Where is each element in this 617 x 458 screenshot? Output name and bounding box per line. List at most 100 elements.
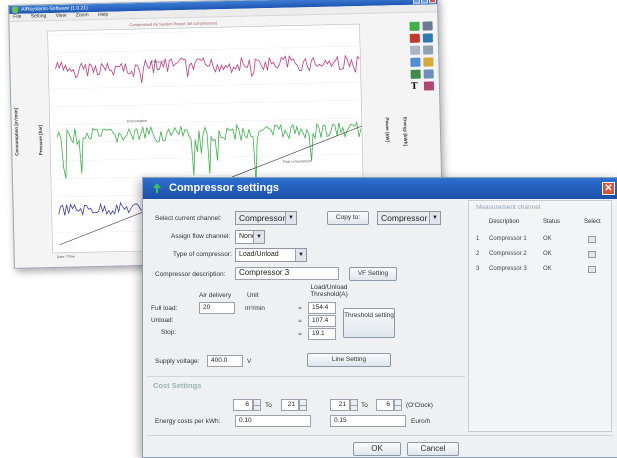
col-status: Status <box>543 219 561 225</box>
oclock-label: (O'Clock) <box>406 402 433 409</box>
x-axis-title: Date / Time <box>56 254 75 259</box>
stop-label: Stop: <box>161 329 177 336</box>
energy-costs-label: Energy costs per kWh: <box>155 418 221 425</box>
euro-label: Euro/h <box>411 418 431 425</box>
copy-target-dropdown[interactable]: Compressor 1 ▼ <box>377 211 441 225</box>
compressor-settings-dialog: Compressor settings ✕ Select current cha… <box>142 177 617 458</box>
line-setting-button[interactable]: Line Setting <box>307 353 391 367</box>
full-load-unit: m³/min <box>245 305 265 312</box>
description-input[interactable]: Compressor 3 <box>235 267 339 280</box>
unit-header: Unit <box>247 292 259 299</box>
tool-pencil-icon[interactable] <box>423 57 434 67</box>
flow-channel-dropdown[interactable]: None ▼ <box>235 230 265 244</box>
time2-to-spinner[interactable] <box>394 399 402 411</box>
compressor-app-icon <box>153 183 161 193</box>
tool-table-icon[interactable] <box>423 45 434 55</box>
row-status: OK <box>543 266 552 272</box>
time1-from-input[interactable]: 6 <box>233 399 253 411</box>
series-label-consumption: Consumption <box>126 118 148 124</box>
ok-button[interactable]: OK <box>353 442 401 456</box>
time1-from-spinner[interactable] <box>253 399 261 411</box>
time2-from-spinner[interactable] <box>350 399 358 411</box>
current-channel-dropdown[interactable]: Compressor 3 ▼ <box>235 211 297 225</box>
row-description: Compressor 3 <box>489 266 527 272</box>
unload-threshold-input[interactable]: 107.4 <box>308 315 336 327</box>
vf-setting-button[interactable]: VF Setting <box>349 267 397 281</box>
tool-zoom-icon[interactable] <box>409 21 420 31</box>
row-number: 1 <box>476 236 480 242</box>
air-delivery-header: Air delivery <box>199 292 232 299</box>
tool-text-icon[interactable]: T <box>411 82 421 92</box>
tool-export-icon[interactable] <box>410 69 421 79</box>
col-select: Select <box>584 219 601 225</box>
chevron-down-icon: ▼ <box>429 212 440 224</box>
select-channel-icon[interactable] <box>588 251 596 258</box>
select-channel-label: Select current channel: <box>155 215 222 222</box>
unload-label: Unload: <box>151 317 174 324</box>
tool-cursor-icon[interactable] <box>422 33 433 43</box>
stop-threshold-input[interactable]: 19.1 <box>308 328 336 340</box>
row-number: 2 <box>476 251 480 257</box>
chevron-down-icon: ▼ <box>253 231 264 243</box>
divider <box>147 435 613 436</box>
assign-flow-label: Assign flow channel: <box>171 233 231 240</box>
approx-sign: ≈ <box>298 318 302 325</box>
chevron-down-icon: ▼ <box>285 212 296 224</box>
threshold-header: Load/Unload Threshold(A) <box>310 284 348 298</box>
row-description: Compressor 1 <box>489 236 527 242</box>
cost2-input[interactable]: 0.15 <box>330 415 406 427</box>
dialog-titlebar: Compressor settings ✕ <box>143 178 617 199</box>
tool-chart2-icon[interactable] <box>423 81 435 91</box>
row-status: OK <box>543 236 552 242</box>
cost-settings-title: Cost Settings <box>153 381 202 390</box>
tool-bars-icon[interactable] <box>410 57 421 67</box>
mid-axis-title: Pressure [bar] <box>37 124 44 156</box>
divider <box>147 376 465 377</box>
voltage-unit: V <box>247 358 252 365</box>
to-label: To <box>265 402 272 409</box>
tool-print-icon[interactable] <box>422 21 433 31</box>
series-label-pressure: Pressure <box>150 59 165 64</box>
col-description: Description <box>489 219 520 225</box>
tool-settings-icon[interactable] <box>423 69 434 79</box>
right-axis-title: Power [kW] <box>384 117 391 142</box>
select-channel-icon[interactable] <box>588 236 596 243</box>
chevron-down-icon: ▼ <box>295 249 306 261</box>
approx-sign: ≈ <box>298 305 302 312</box>
left-axis-title: Consumption [m³/min] <box>13 107 20 156</box>
time2-from-input[interactable]: 21 <box>330 399 350 411</box>
cost1-input[interactable]: 0.10 <box>235 415 311 427</box>
compressor-type-label: Type of compressor: <box>173 251 232 258</box>
row-status: OK <box>543 251 552 257</box>
full-load-threshold-input[interactable]: 154.4 <box>308 302 336 314</box>
copy-target-value: Compressor 1 <box>381 213 435 223</box>
right-axis2-title: Energy [kWh] <box>402 116 409 147</box>
dialog-title: Compressor settings <box>169 182 280 194</box>
tool-chart-icon[interactable] <box>409 33 420 43</box>
full-load-label: Full load: <box>151 305 178 312</box>
supply-voltage-input[interactable]: 400.0 <box>207 355 243 367</box>
time2-to-input[interactable]: 6 <box>376 399 394 411</box>
copy-to-button[interactable]: Copy to: <box>327 211 369 225</box>
select-channel-icon[interactable] <box>588 266 596 273</box>
time1-to-input[interactable]: 21 <box>281 399 299 411</box>
row-description: Compressor 2 <box>489 251 527 257</box>
time1-to-spinner[interactable] <box>299 399 307 411</box>
tool-grid-icon[interactable] <box>410 45 421 55</box>
measurement-row[interactable]: 1 Compressor 1 OK <box>469 236 613 248</box>
series-label-total: Total consumption <box>282 159 311 164</box>
approx-sign: ≈ <box>298 331 302 338</box>
dialog-close-icon[interactable]: ✕ <box>602 182 615 195</box>
measurement-row[interactable]: 2 Compressor 2 OK <box>469 251 613 263</box>
to-label: To <box>361 402 368 409</box>
measurement-row[interactable]: 3 Compressor 3 OK <box>469 266 613 278</box>
description-label: Compressor description: <box>155 271 226 278</box>
measurement-panel-title: Measurement channel <box>476 204 541 211</box>
full-load-delivery-input[interactable]: 20 <box>199 302 235 314</box>
row-number: 3 <box>476 266 480 272</box>
compressor-type-dropdown[interactable]: Load/Unload ▼ <box>235 248 307 262</box>
measurement-channel-panel: Measurement channel Description Status S… <box>468 200 612 432</box>
supply-voltage-label: Supply voltage: <box>155 358 200 365</box>
threshold-setting-button[interactable]: Threshold setting <box>343 308 395 338</box>
cancel-button[interactable]: Cancel <box>407 442 459 456</box>
